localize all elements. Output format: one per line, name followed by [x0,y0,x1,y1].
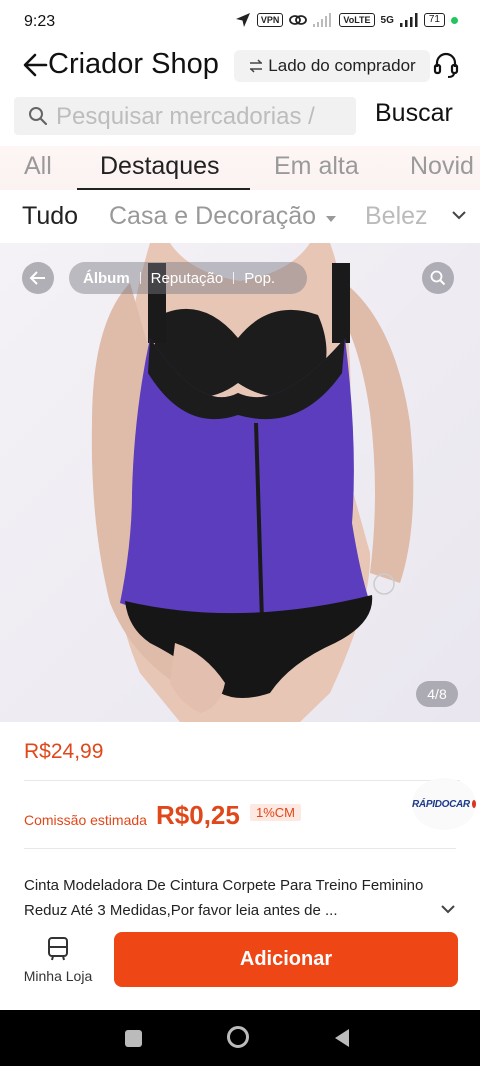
brand-logo-text: RÁPIDOCAR [412,798,470,810]
tab-em-alta[interactable]: Em alta [274,152,359,181]
active-tab-indicator [77,188,250,190]
segment-reputacao[interactable]: Reputação [141,270,234,287]
search-icon [430,270,446,286]
back-arrow-icon[interactable] [22,50,50,80]
customer-service-icon[interactable] [432,50,460,80]
segment-pop[interactable]: Pop. [234,270,285,287]
tab-bar: All Destaques Em alta Novid [0,146,480,190]
commission-rate-badge: 1%CM [250,804,302,821]
notification-dot [451,16,458,24]
my-store-button[interactable]: Minha Loja [22,936,94,992]
search-button[interactable]: Buscar [375,99,453,128]
signal-strength-icon [399,13,418,27]
search-placeholder: Pesquisar mercadorias / [56,103,315,130]
back-arrow-icon [29,271,45,285]
product-image[interactable] [0,243,480,722]
chevron-down-icon[interactable] [450,208,468,222]
gallery-search-button[interactable] [422,262,454,294]
tab-novidades[interactable]: Novid [410,152,474,181]
page-title: Criador Shop [48,48,219,80]
network-label: 5G [380,14,394,26]
product-price: R$24,99 [24,740,104,763]
my-store-label: Minha Loja [23,968,93,984]
divider [24,780,460,781]
system-nav-bar [0,1010,480,1066]
vpn-badge: VPN [256,13,284,27]
store-icon [48,937,68,961]
home-icon[interactable] [227,1026,249,1048]
product-photo-illustration [91,243,414,722]
swap-icon [250,59,263,73]
signal-icon [313,13,332,27]
segment-album[interactable]: Álbum [69,270,140,287]
gallery-back-button[interactable] [22,262,54,294]
search-input[interactable]: Pesquisar mercadorias / [14,97,356,135]
brand-logo[interactable]: RÁPIDOCAR [412,778,476,830]
add-button[interactable]: Adicionar [114,932,458,987]
category-casa-decoracao[interactable]: Casa e Decoração [109,202,316,231]
back-triangle-icon[interactable] [333,1028,351,1048]
recents-icon[interactable] [125,1030,142,1047]
category-tudo[interactable]: Tudo [22,202,78,231]
app-header: Criador Shop Lado do comprador [0,44,480,90]
link-icon [289,15,308,25]
status-bar: 9:23 VPN VoLTE 5G 71 [0,0,480,44]
brand-logo-mark [471,800,476,808]
category-bar: Tudo Casa e Decoração Belez [0,194,480,240]
tab-all[interactable]: All [24,152,52,181]
buyer-side-button[interactable]: Lado do comprador [234,50,430,82]
status-icons: VPN VoLTE 5G 71 [235,12,458,28]
image-pager: 4/8 [416,681,458,707]
category-beleza[interactable]: Belez [365,202,428,231]
gallery-segment-control: Álbum Reputação Pop. [69,262,307,294]
search-icon [29,107,48,126]
tab-destaques[interactable]: Destaques [100,152,220,181]
commission-label: Comissão estimada [24,812,147,828]
buyer-side-label: Lado do comprador [268,56,416,75]
status-time: 9:23 [24,13,56,30]
volte-badge: VoLTE [339,13,375,27]
product-title: Cinta Modeladora De Cintura Corpete Para… [24,877,424,919]
navigation-arrow-icon [235,13,250,27]
expand-chevron-icon[interactable] [440,903,456,915]
divider [24,848,456,849]
battery-icon: 71 [423,13,445,27]
caret-down-icon [326,216,336,222]
commission-value: R$0,25 [156,800,240,830]
